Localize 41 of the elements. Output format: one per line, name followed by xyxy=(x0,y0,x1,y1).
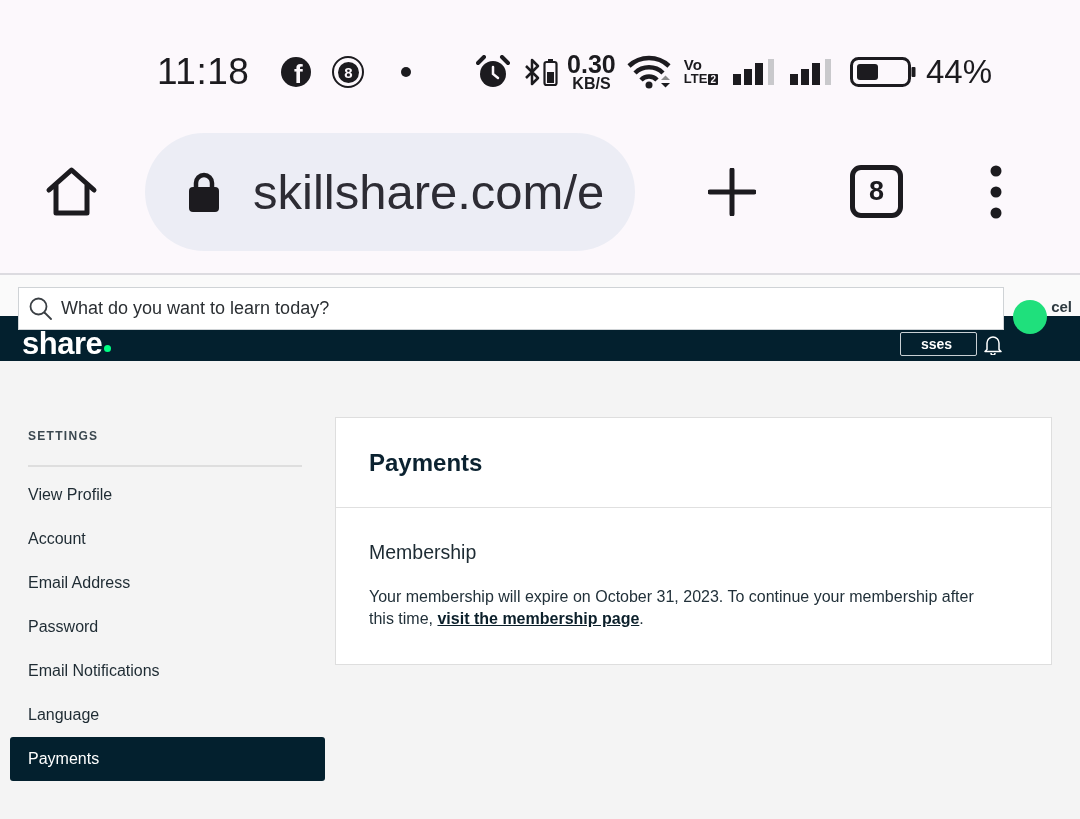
address-bar[interactable]: skillshare.com/e xyxy=(145,132,635,251)
sidebar-item[interactable]: Email Notifications xyxy=(10,649,325,693)
menu-icon[interactable] xyxy=(990,164,1002,219)
search-field[interactable]: What do you want to learn today? xyxy=(18,287,1004,330)
sidebar-item[interactable]: Email Address xyxy=(10,561,325,605)
battery-icon xyxy=(849,57,916,87)
plus-icon[interactable] xyxy=(708,167,756,216)
panel-title: Payments xyxy=(369,448,483,477)
tab-switcher-button[interactable]: 8 xyxy=(850,165,903,218)
search-icon xyxy=(29,297,52,320)
dot-icon xyxy=(401,67,412,77)
membership-link[interactable]: visit the membership page xyxy=(437,610,640,627)
signal-bars-icon xyxy=(732,59,776,85)
sidebar-item[interactable]: Account xyxy=(10,517,325,561)
bell-icon[interactable] xyxy=(984,334,1002,355)
sim-number: 2 xyxy=(708,73,718,85)
lte-label: LTE xyxy=(683,72,708,86)
speed-unit: KB/S xyxy=(572,76,611,92)
number-badge-icon: 8 xyxy=(332,56,365,88)
alarm-clock-icon xyxy=(476,55,511,89)
lock-icon xyxy=(188,171,220,212)
sidebar-item[interactable]: Payments xyxy=(10,737,325,781)
wifi-icon xyxy=(625,55,672,89)
header-link[interactable]: cel xyxy=(1051,299,1072,315)
site-logo[interactable]: share xyxy=(22,330,103,358)
section-title: Membership xyxy=(369,540,477,564)
home-icon[interactable] xyxy=(45,165,98,218)
sidebar-item[interactable]: Password xyxy=(10,605,325,649)
sidebar-heading: SETTINGS xyxy=(28,428,99,444)
f-logo-icon: f xyxy=(281,57,312,87)
battery-percent: 44% xyxy=(925,54,992,90)
logo-dot-icon xyxy=(104,345,112,352)
signal-bars-icon xyxy=(789,59,833,85)
volte-label: Vo xyxy=(683,58,703,72)
header-button[interactable]: sses xyxy=(900,332,977,356)
network-speed: 0.30 xyxy=(567,52,616,76)
url-text: skillshare.com/e xyxy=(253,163,605,220)
sidebar-item[interactable]: View Profile xyxy=(10,473,325,517)
clock-time: 11:18 xyxy=(157,52,250,92)
membership-text: Your membership will expire on October 31, 2023. To continue your membership after this time, visit the membership page. xyxy=(369,587,975,629)
sidebar-item[interactable]: Language xyxy=(10,693,325,737)
